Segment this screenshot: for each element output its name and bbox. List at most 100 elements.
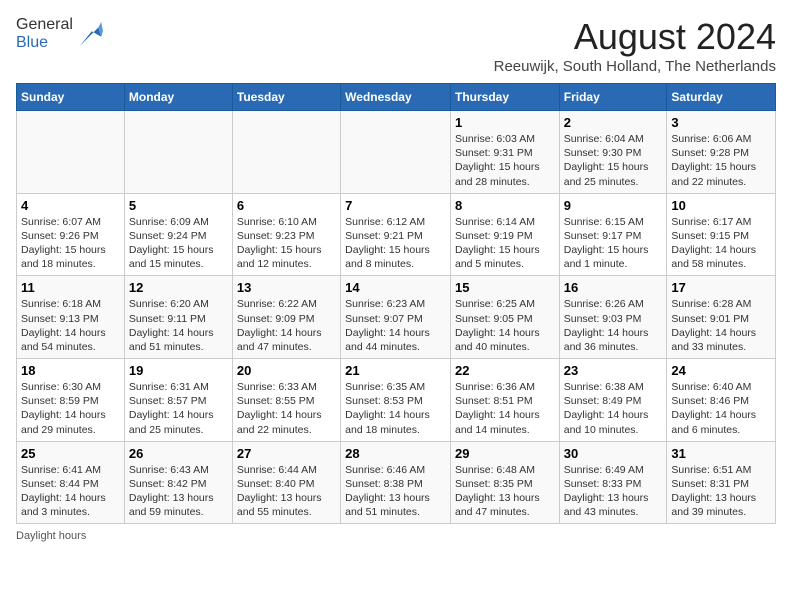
calendar-cell: 15 Sunrise: 6:25 AM Sunset: 9:05 PM Dayli… (450, 276, 559, 359)
day-info: Sunrise: 6:23 AM Sunset: 9:07 PM Dayligh… (345, 297, 446, 354)
day-info: Sunrise: 6:30 AM Sunset: 8:59 PM Dayligh… (21, 380, 120, 437)
calendar-cell (232, 111, 340, 194)
location: Reeuwijk, South Holland, The Netherlands (494, 58, 776, 75)
day-header-friday: Friday (559, 84, 667, 111)
day-info: Sunrise: 6:48 AM Sunset: 8:35 PM Dayligh… (455, 463, 555, 520)
calendar-cell: 2 Sunrise: 6:04 AM Sunset: 9:30 PM Daylig… (559, 111, 667, 194)
day-header-tuesday: Tuesday (232, 84, 340, 111)
day-number: 28 (345, 446, 446, 461)
calendar-cell: 16Sunrise: 6:26 AM Sunset: 9:03 PM Dayli… (559, 276, 667, 359)
title-block: August 2024 Reeuwijk, South Holland, The… (494, 16, 776, 75)
page-header: General Blue August 2024 Reeuwijk, South… (16, 16, 776, 75)
calendar-cell: 9 Sunrise: 6:15 AM Sunset: 9:17 PM Daylig… (559, 193, 667, 276)
calendar-cell: 30 Sunrise: 6:49 AM Sunset: 8:33 PM Dayli… (559, 441, 667, 524)
day-number: 9 (564, 198, 663, 213)
day-number: 21 (345, 363, 446, 378)
day-info: Sunrise: 6:46 AM Sunset: 8:38 PM Dayligh… (345, 463, 446, 520)
day-info: Sunrise: 6:04 AM Sunset: 9:30 PM Dayligh… (564, 132, 663, 189)
day-info: Sunrise: 6:28 AM Sunset: 9:01 PM Dayligh… (671, 297, 771, 354)
calendar-cell: 22 Sunrise: 6:36 AM Sunset: 8:51 PM Dayli… (450, 359, 559, 442)
day-info: Sunrise: 6:41 AM Sunset: 8:44 PM Dayligh… (21, 463, 120, 520)
day-info: Sunrise: 6:18 AM Sunset: 9:13 PM Dayligh… (21, 297, 120, 354)
calendar-cell: 13 Sunrise: 6:22 AM Sunset: 9:09 PM Dayli… (232, 276, 340, 359)
header-row: SundayMondayTuesdayWednesdayThursdayFrid… (17, 84, 776, 111)
week-row-5: 25 Sunrise: 6:41 AM Sunset: 8:44 PM Dayli… (17, 441, 776, 524)
calendar-cell: 31 Sunrise: 6:51 AM Sunset: 8:31 PM Dayli… (667, 441, 776, 524)
day-info: Sunrise: 6:35 AM Sunset: 8:53 PM Dayligh… (345, 380, 446, 437)
calendar-cell: 24Sunrise: 6:40 AM Sunset: 8:46 PM Dayli… (667, 359, 776, 442)
calendar-cell: 21 Sunrise: 6:35 AM Sunset: 8:53 PM Dayli… (341, 359, 451, 442)
day-info: Sunrise: 6:07 AM Sunset: 9:26 PM Dayligh… (21, 215, 120, 272)
day-number: 19 (129, 363, 228, 378)
day-number: 1 (455, 115, 555, 130)
day-header-monday: Monday (124, 84, 232, 111)
day-number: 27 (237, 446, 336, 461)
calendar-cell: 14 Sunrise: 6:23 AM Sunset: 9:07 PM Dayli… (341, 276, 451, 359)
day-info: Sunrise: 6:49 AM Sunset: 8:33 PM Dayligh… (564, 463, 663, 520)
day-header-wednesday: Wednesday (341, 84, 451, 111)
calendar-cell: 23Sunrise: 6:38 AM Sunset: 8:49 PM Dayli… (559, 359, 667, 442)
day-info: Sunrise: 6:22 AM Sunset: 9:09 PM Dayligh… (237, 297, 336, 354)
day-number: 23 (564, 363, 663, 378)
day-number: 8 (455, 198, 555, 213)
logo-blue-text: Blue (16, 34, 48, 51)
day-info: Sunrise: 6:20 AM Sunset: 9:11 PM Dayligh… (129, 297, 228, 354)
day-info: Sunrise: 6:03 AM Sunset: 9:31 PM Dayligh… (455, 132, 555, 189)
day-info: Sunrise: 6:31 AM Sunset: 8:57 PM Dayligh… (129, 380, 228, 437)
calendar-cell: 25 Sunrise: 6:41 AM Sunset: 8:44 PM Dayli… (17, 441, 125, 524)
day-info: Sunrise: 6:43 AM Sunset: 8:42 PM Dayligh… (129, 463, 228, 520)
day-number: 11 (21, 280, 120, 295)
day-number: 10 (671, 198, 771, 213)
day-number: 13 (237, 280, 336, 295)
calendar-cell: 18 Sunrise: 6:30 AM Sunset: 8:59 PM Dayli… (17, 359, 125, 442)
calendar-cell (124, 111, 232, 194)
calendar-cell: 12 Sunrise: 6:20 AM Sunset: 9:11 PM Dayli… (124, 276, 232, 359)
day-info: Sunrise: 6:15 AM Sunset: 9:17 PM Dayligh… (564, 215, 663, 272)
calendar-cell: 4 Sunrise: 6:07 AM Sunset: 9:26 PM Daylig… (17, 193, 125, 276)
day-number: 3 (671, 115, 771, 130)
calendar-cell: 6Sunrise: 6:10 AM Sunset: 9:23 PM Daylig… (232, 193, 340, 276)
day-header-sunday: Sunday (17, 84, 125, 111)
calendar-cell: 28 Sunrise: 6:46 AM Sunset: 8:38 PM Dayli… (341, 441, 451, 524)
day-number: 2 (564, 115, 663, 130)
day-number: 30 (564, 446, 663, 461)
day-info: Sunrise: 6:25 AM Sunset: 9:05 PM Dayligh… (455, 297, 555, 354)
calendar-table: SundayMondayTuesdayWednesdayThursdayFrid… (16, 83, 776, 524)
day-number: 26 (129, 446, 228, 461)
logo: General Blue (16, 16, 103, 52)
day-number: 18 (21, 363, 120, 378)
week-row-3: 11 Sunrise: 6:18 AM Sunset: 9:13 PM Dayli… (17, 276, 776, 359)
day-info: Sunrise: 6:14 AM Sunset: 9:19 PM Dayligh… (455, 215, 555, 272)
day-number: 22 (455, 363, 555, 378)
calendar-cell: 19 Sunrise: 6:31 AM Sunset: 8:57 PM Dayli… (124, 359, 232, 442)
calendar-cell: 26 Sunrise: 6:43 AM Sunset: 8:42 PM Dayli… (124, 441, 232, 524)
day-info: Sunrise: 6:36 AM Sunset: 8:51 PM Dayligh… (455, 380, 555, 437)
week-row-1: 1 Sunrise: 6:03 AM Sunset: 9:31 PM Daylig… (17, 111, 776, 194)
day-info: Sunrise: 6:12 AM Sunset: 9:21 PM Dayligh… (345, 215, 446, 272)
week-row-4: 18 Sunrise: 6:30 AM Sunset: 8:59 PM Dayli… (17, 359, 776, 442)
day-number: 4 (21, 198, 120, 213)
day-header-thursday: Thursday (450, 84, 559, 111)
logo-icon (75, 20, 103, 48)
day-number: 15 (455, 280, 555, 295)
day-number: 12 (129, 280, 228, 295)
day-number: 14 (345, 280, 446, 295)
week-row-2: 4 Sunrise: 6:07 AM Sunset: 9:26 PM Daylig… (17, 193, 776, 276)
day-number: 5 (129, 198, 228, 213)
day-number: 25 (21, 446, 120, 461)
calendar-cell: 11 Sunrise: 6:18 AM Sunset: 9:13 PM Dayli… (17, 276, 125, 359)
day-info: Sunrise: 6:09 AM Sunset: 9:24 PM Dayligh… (129, 215, 228, 272)
calendar-cell: 27Sunrise: 6:44 AM Sunset: 8:40 PM Dayli… (232, 441, 340, 524)
calendar-cell: 8 Sunrise: 6:14 AM Sunset: 9:19 PM Daylig… (450, 193, 559, 276)
month-title: August 2024 (494, 16, 776, 58)
day-number: 17 (671, 280, 771, 295)
day-number: 29 (455, 446, 555, 461)
day-info: Sunrise: 6:33 AM Sunset: 8:55 PM Dayligh… (237, 380, 336, 437)
day-info: Sunrise: 6:10 AM Sunset: 9:23 PM Dayligh… (237, 215, 336, 272)
day-number: 20 (237, 363, 336, 378)
day-number: 31 (671, 446, 771, 461)
calendar-cell: 7Sunrise: 6:12 AM Sunset: 9:21 PM Daylig… (341, 193, 451, 276)
day-info: Sunrise: 6:51 AM Sunset: 8:31 PM Dayligh… (671, 463, 771, 520)
calendar-cell: 10Sunrise: 6:17 AM Sunset: 9:15 PM Dayli… (667, 193, 776, 276)
calendar-cell: 5 Sunrise: 6:09 AM Sunset: 9:24 PM Daylig… (124, 193, 232, 276)
